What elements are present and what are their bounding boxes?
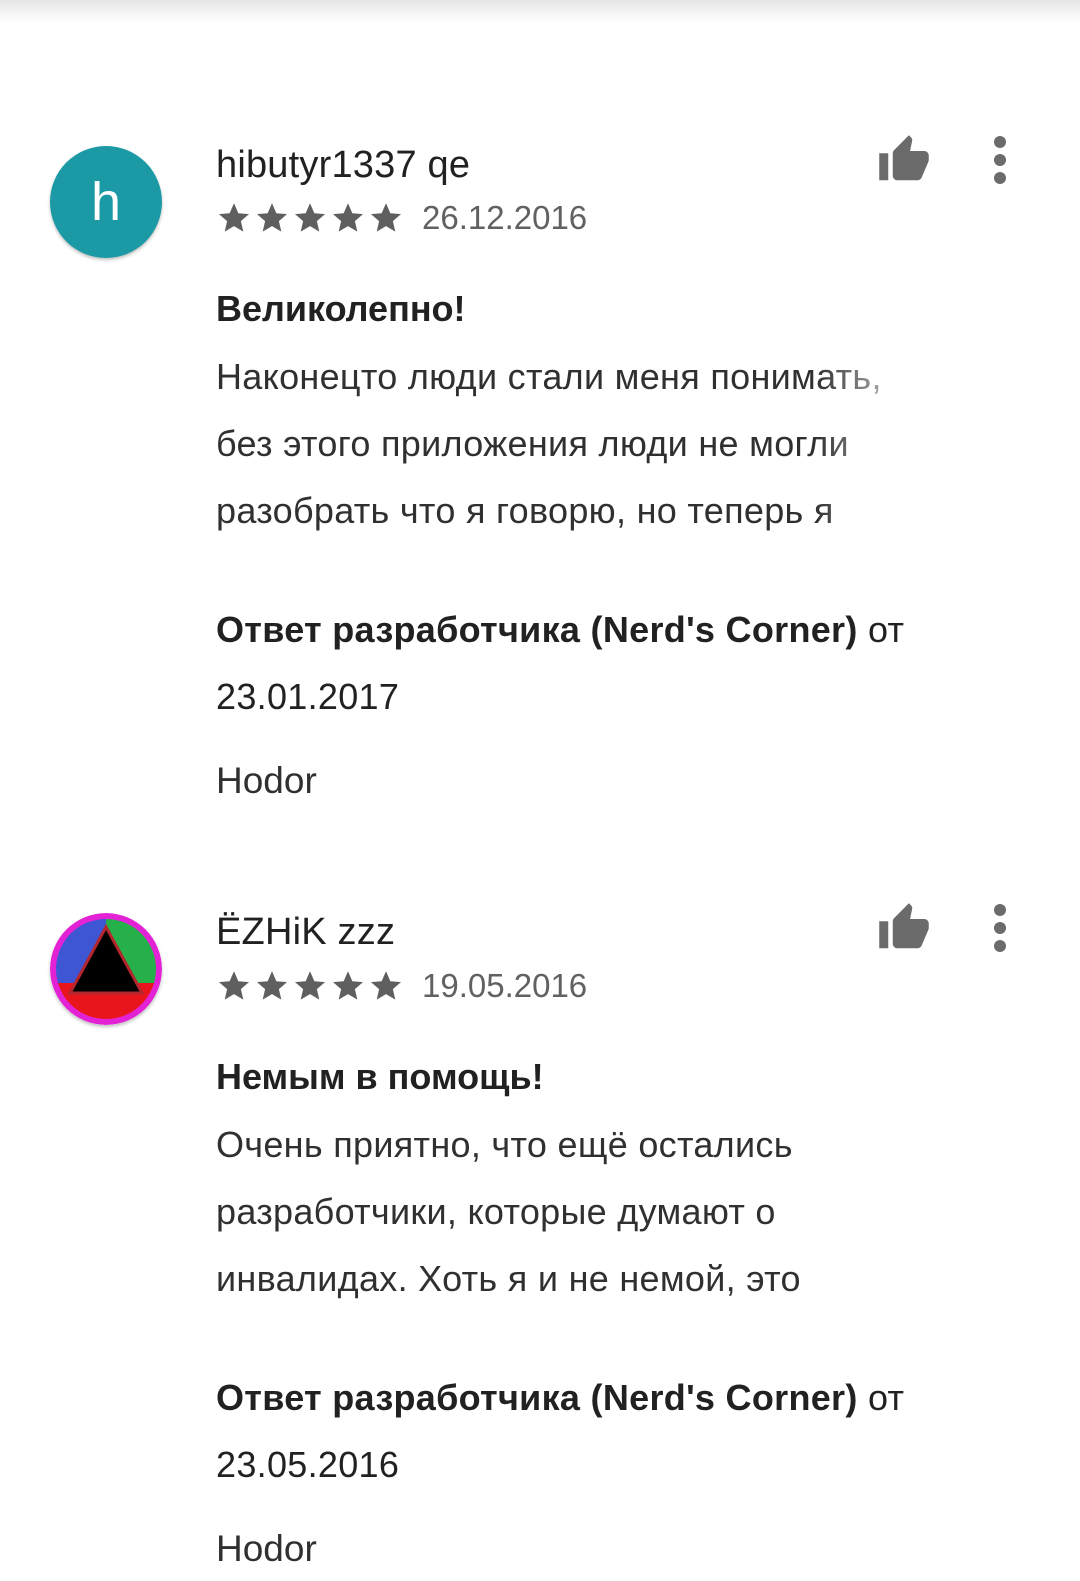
star-rating <box>216 968 404 1004</box>
developer-reply-text: Hodor <box>216 1528 317 1569</box>
more-options-button[interactable] <box>984 132 1016 188</box>
review-date: 19.05.2016 <box>422 967 588 1004</box>
review-body-line: Очень приятно, что ещё остались <box>216 1124 793 1165</box>
avatar[interactable] <box>50 913 162 1025</box>
developer-reply-header: Ответ разработчика (Nerd's Corner) от 23… <box>216 1364 1016 1498</box>
review-body-line: без этого приложения люди не могли <box>216 423 849 464</box>
avatar[interactable]: h <box>50 146 162 258</box>
review-title: Немым в помощь! <box>216 1056 544 1097</box>
star-icon <box>295 203 325 232</box>
review-author: hibutyr1337 qe <box>216 144 471 186</box>
thumb-up-icon <box>879 135 929 181</box>
review-author: ËZHiK zzz <box>216 911 396 953</box>
star-icon <box>219 971 249 1000</box>
developer-reply-header: Ответ разработчика (Nerd's Corner) от 23… <box>216 596 1016 730</box>
star-icon <box>219 203 249 232</box>
review-body-line: инвалидах. Хоть я и не немой, это <box>216 1258 801 1299</box>
star-icon <box>257 203 287 232</box>
like-button[interactable] <box>876 132 932 188</box>
review-body: Очень приятно, что ещё остались разработ… <box>216 1111 1016 1312</box>
avatar-image <box>50 913 162 1025</box>
top-shadow <box>0 0 1080 22</box>
review-body: Наконецто люди стали меня понимать, без … <box>216 343 1016 544</box>
avatar-letter: h <box>90 172 122 232</box>
thumb-up-icon <box>879 903 929 949</box>
developer-reply-date-prefix: от <box>867 1377 905 1418</box>
developer-reply-date: 23.01.2017 <box>216 676 400 717</box>
more-vert-icon <box>994 904 1006 952</box>
review-title: Великолепно! <box>216 288 466 329</box>
more-vert-icon <box>994 136 1006 184</box>
developer-reply-date: 23.05.2016 <box>216 1444 400 1485</box>
review-date: 26.12.2016 <box>422 199 588 236</box>
review-body-line: Наконецто люди стали меня понимать, <box>216 356 882 397</box>
star-icon <box>371 971 401 1000</box>
star-rating <box>216 200 404 236</box>
developer-reply-label: Ответ разработчика (Nerd's Corner) <box>216 1377 858 1418</box>
review-body-line: разработчики, которые думают о <box>216 1191 776 1232</box>
developer-reply-text: Hodor <box>216 760 317 801</box>
star-icon <box>333 203 363 232</box>
developer-reply-label: Ответ разработчика (Nerd's Corner) <box>216 609 858 650</box>
more-options-button[interactable] <box>984 900 1016 956</box>
like-button[interactable] <box>876 900 932 956</box>
rating-row: 26.12.2016 <box>216 198 587 238</box>
star-icon <box>257 971 287 1000</box>
star-icon <box>333 971 363 1000</box>
developer-reply-date-prefix: от <box>867 609 905 650</box>
star-icon <box>371 203 401 232</box>
star-icon <box>295 971 325 1000</box>
rating-row: 19.05.2016 <box>216 966 587 1006</box>
review-body-line: разобрать что я говорю, но теперь я <box>216 490 834 531</box>
